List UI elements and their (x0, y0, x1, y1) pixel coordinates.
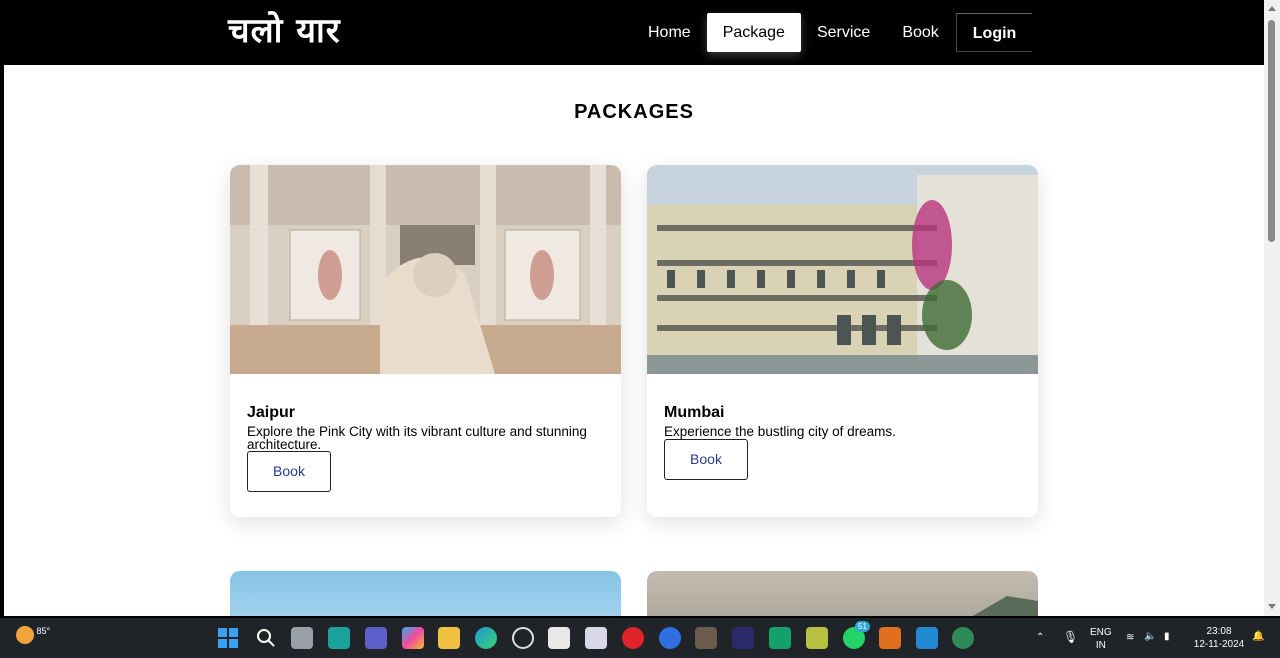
file-explorer-icon[interactable] (438, 627, 460, 649)
clock[interactable]: 23:08 12-11-2024 (1190, 625, 1248, 651)
card-description: Experience the bustling city of dreams. (664, 424, 896, 439)
package-card-partial-1 (230, 571, 621, 616)
card-body: Mumbai Experience the bustling city of d… (647, 374, 1038, 480)
nav-book[interactable]: Book (886, 13, 954, 52)
dell-icon[interactable] (512, 627, 534, 649)
battery-icon[interactable]: ▮ (1164, 631, 1170, 642)
notification-bell-icon[interactable]: 🔔 (1252, 631, 1264, 642)
page-title: PACKAGES (574, 101, 694, 123)
weather-icon (16, 626, 34, 644)
nav-package[interactable]: Package (706, 13, 801, 52)
package-card-mumbai: Mumbai Experience the bustling city of d… (647, 165, 1038, 517)
volume-icon[interactable]: 🔈 (1144, 631, 1156, 642)
taskbar: 85° 51 ⌃ 🎙 ENG IN ≋ 🔈 ▮ 23:08 12-11-2024… (0, 618, 1280, 658)
android-studio-icon[interactable] (659, 627, 681, 649)
intellij-icon[interactable] (732, 627, 754, 649)
matlab-icon[interactable] (879, 627, 901, 649)
mountain-image (972, 596, 1038, 616)
card-title: Jaipur (247, 404, 296, 421)
language-code: ENG (1090, 627, 1112, 638)
nav-service[interactable]: Service (801, 13, 886, 52)
search-icon[interactable] (255, 627, 277, 649)
mumbai-image (647, 165, 1038, 374)
jaipur-image (230, 165, 621, 374)
book-button-mumbai[interactable]: Book (664, 439, 748, 480)
clock-date: 12-11-2024 (1193, 639, 1245, 650)
card-body: Jaipur Explore the Pink City with its vi… (230, 374, 621, 492)
youtube-music-icon[interactable] (622, 627, 644, 649)
wifi-icon[interactable]: ≋ (1126, 632, 1134, 643)
region-code: IN (1095, 640, 1106, 651)
clock-time: 23:08 (1206, 626, 1232, 637)
start-icon[interactable] (217, 627, 239, 649)
scrollbar[interactable] (1264, 0, 1280, 616)
snipping-tool-icon[interactable] (585, 627, 607, 649)
scrollbar-thumb[interactable] (1268, 20, 1275, 242)
photo-app-icon[interactable] (695, 627, 717, 649)
edge-icon[interactable] (475, 627, 497, 649)
package-card-jaipur: Jaipur Explore the Pink City with its vi… (230, 165, 621, 517)
nav-login[interactable]: Login (955, 13, 1033, 52)
scroll-up-icon[interactable] (1268, 6, 1276, 11)
weather-temp: 85° (36, 626, 51, 636)
nav-home[interactable]: Home (632, 13, 707, 52)
nav-menu: Home Package Service Book Login (632, 13, 1033, 52)
brand-logo[interactable]: चलो यार (228, 6, 341, 52)
navbar: चलो यार Home Package Service Book Login (4, 0, 1264, 65)
language-indicator[interactable]: ENG IN (1090, 626, 1112, 652)
card-title: Mumbai (664, 404, 725, 421)
whatsapp-icon[interactable]: 51 (843, 621, 870, 649)
book-button-jaipur[interactable]: Book (247, 451, 331, 492)
notes-app-icon[interactable] (806, 627, 828, 649)
package-card-partial-2 (647, 571, 1038, 616)
card-description: Explore the Pink City with its vibrant c… (247, 424, 587, 452)
scroll-down-icon[interactable] (1268, 604, 1276, 609)
microphone-icon[interactable]: 🎙 (1063, 630, 1078, 644)
arduino-icon[interactable] (328, 627, 350, 649)
chevron-up-icon[interactable]: ⌃ (1036, 632, 1044, 643)
copilot-icon[interactable] (402, 627, 424, 649)
finance-app-icon[interactable] (769, 627, 791, 649)
teams-icon[interactable] (365, 627, 387, 649)
weather-widget[interactable]: 85° (16, 626, 50, 644)
browser-viewport: चलो यार Home Package Service Book Login … (4, 0, 1264, 616)
vscode-icon[interactable] (916, 627, 938, 649)
notification-badge: 51 (855, 621, 870, 632)
store-icon[interactable] (548, 627, 570, 649)
mongodb-icon[interactable] (952, 627, 974, 649)
task-view-icon[interactable] (291, 627, 313, 649)
